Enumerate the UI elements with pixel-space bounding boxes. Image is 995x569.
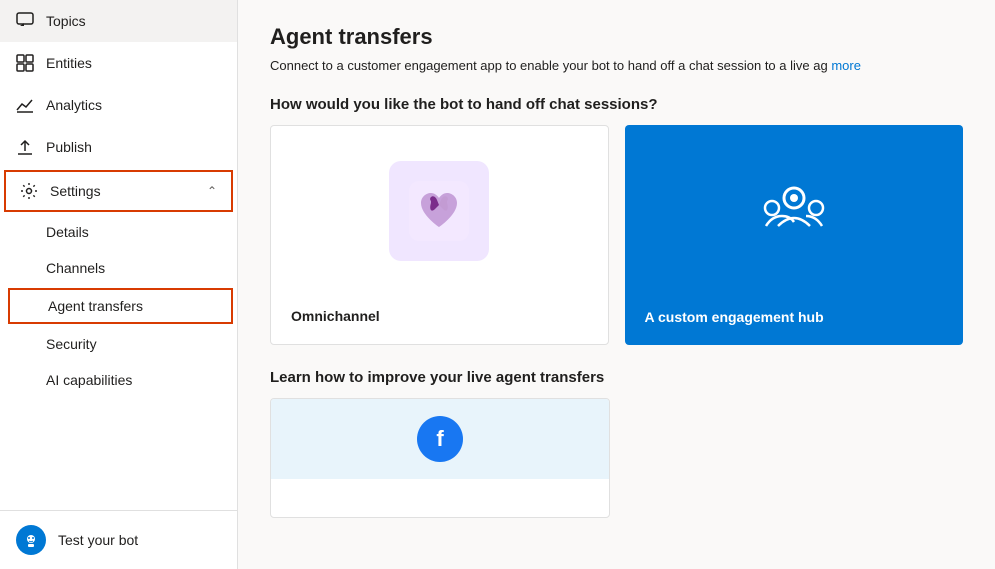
sidebar-item-analytics[interactable]: Analytics — [0, 84, 237, 126]
learn-card-top: f — [271, 399, 609, 479]
custom-hub-label: A custom engagement hub — [645, 309, 944, 325]
sidebar: Topics Entities Analytics — [0, 0, 238, 569]
section1-heading: How would you like the bot to hand off c… — [270, 96, 963, 113]
learn-card-icon: f — [417, 416, 463, 462]
sidebar-subitem-ai-capabilities[interactable]: AI capabilities — [0, 362, 237, 398]
learn-cards: f — [270, 398, 963, 518]
custom-hub-card[interactable]: A custom engagement hub — [625, 125, 964, 345]
custom-hub-icon-area — [645, 145, 944, 275]
sidebar-item-topics[interactable]: Topics — [0, 0, 237, 42]
sidebar-item-publish[interactable]: Publish — [0, 126, 237, 168]
page-title: Agent transfers — [270, 24, 963, 50]
entities-icon — [16, 54, 34, 72]
custom-hub-logo — [744, 160, 844, 260]
analytics-label: Analytics — [46, 97, 102, 113]
publish-label: Publish — [46, 139, 92, 155]
analytics-icon — [16, 96, 34, 114]
sidebar-bottom: Test your bot — [0, 510, 237, 569]
omnichannel-icon-area — [291, 146, 588, 276]
learn-card-1[interactable]: f — [270, 398, 610, 518]
main-content: Agent transfers Connect to a customer en… — [238, 0, 995, 569]
sidebar-item-settings[interactable]: Settings ⌃ — [4, 170, 233, 212]
test-your-bot-label: Test your bot — [58, 532, 138, 548]
handoff-cards: Omnichannel A custom — [270, 125, 963, 345]
entities-label: Entities — [46, 55, 92, 71]
settings-sub-items: Details Channels Agent transfers Securit… — [0, 214, 237, 398]
section2-heading: Learn how to improve your live agent tra… — [270, 369, 963, 386]
topics-label: Topics — [46, 13, 86, 29]
settings-icon — [20, 182, 38, 200]
page-description: Connect to a customer engagement app to … — [270, 56, 963, 76]
sidebar-subitem-details[interactable]: Details — [0, 214, 237, 250]
test-your-bot-button[interactable]: Test your bot — [0, 511, 237, 569]
chat-icon — [16, 12, 34, 30]
more-link[interactable]: more — [831, 58, 861, 73]
sidebar-scroll: Topics Entities Analytics — [0, 0, 237, 510]
sidebar-subitem-agent-transfers[interactable]: Agent transfers — [8, 288, 233, 324]
chevron-up-icon: ⌃ — [207, 184, 217, 198]
omnichannel-label: Omnichannel — [291, 308, 588, 324]
omnichannel-logo — [389, 161, 489, 261]
publish-icon — [16, 138, 34, 156]
sidebar-item-entities[interactable]: Entities — [0, 42, 237, 84]
sidebar-subitem-security[interactable]: Security — [0, 326, 237, 362]
settings-label: Settings — [50, 183, 101, 199]
sidebar-subitem-channels[interactable]: Channels — [0, 250, 237, 286]
omnichannel-card[interactable]: Omnichannel — [270, 125, 609, 345]
bot-icon — [16, 525, 46, 555]
